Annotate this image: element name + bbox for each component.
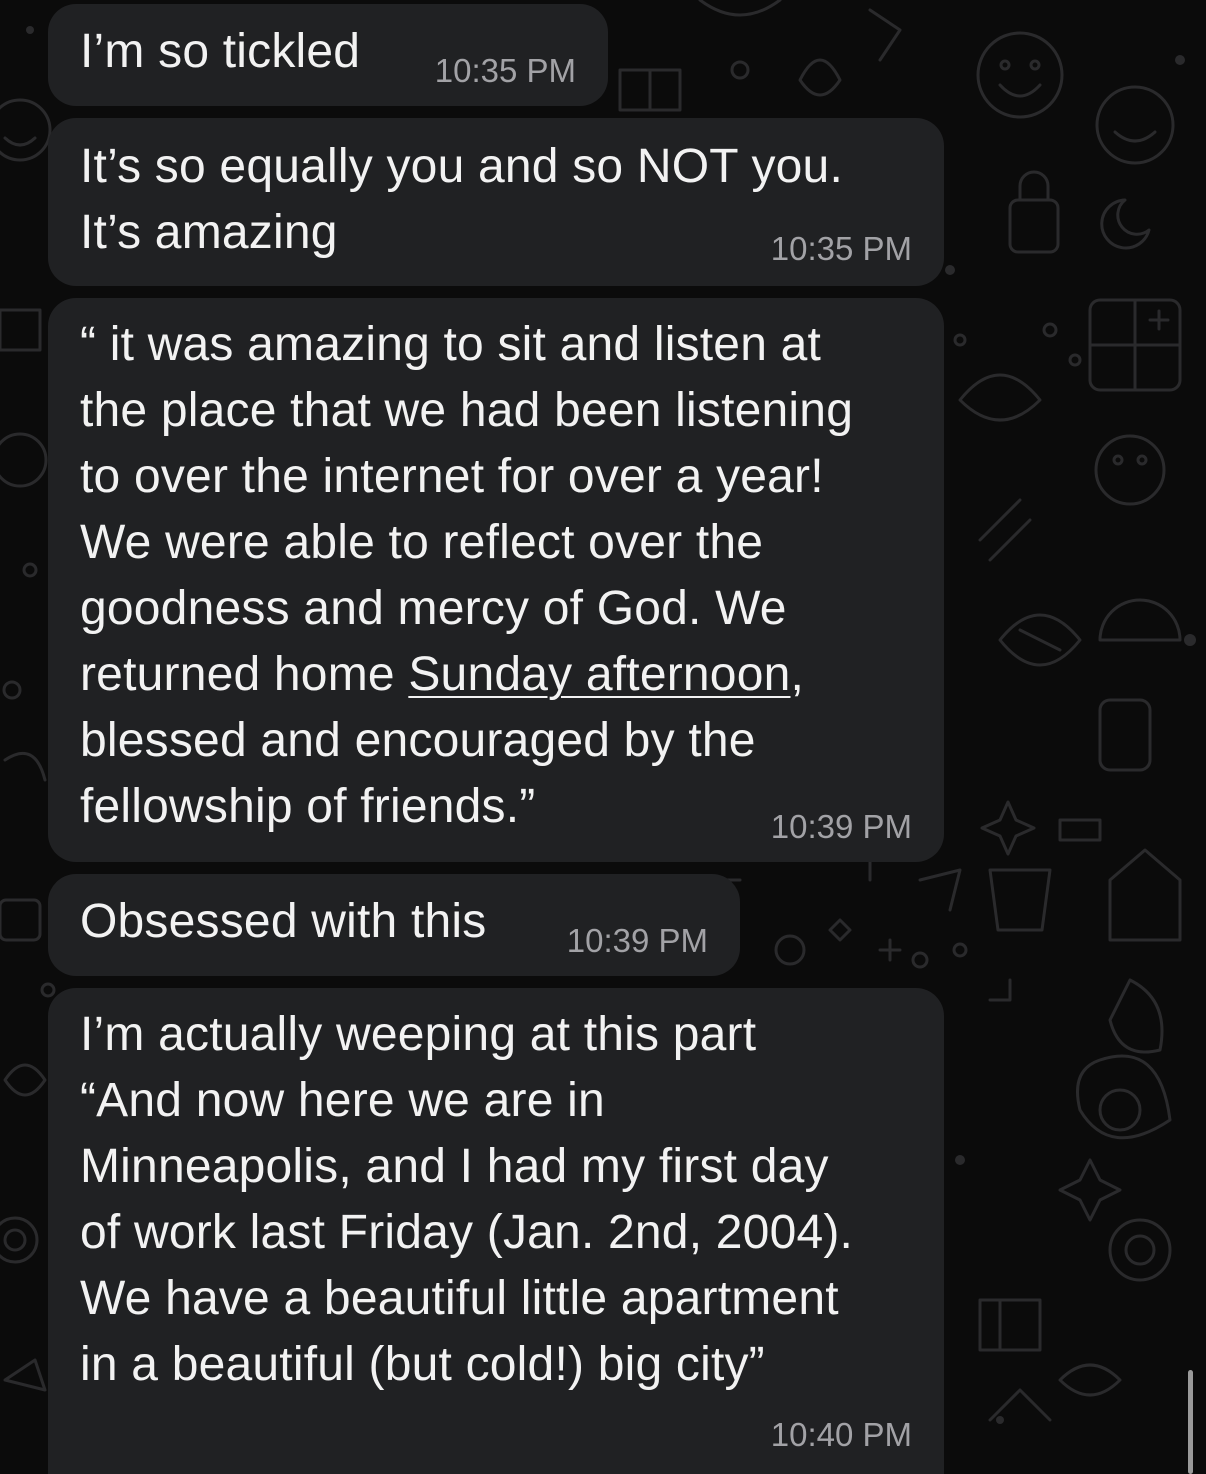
message-timestamp: 10:39 PM [566, 922, 708, 959]
date-link[interactable]: Sunday afternoon [408, 648, 790, 701]
message-bubble-5[interactable]: I’m actually weeping at this part “And n… [48, 988, 944, 1474]
message-text: I’m actually weeping at this part “And n… [80, 1008, 854, 1391]
message-timestamp: 10:40 PM [770, 1416, 912, 1453]
message-text: Obsessed with this [80, 895, 487, 948]
message-text-part: “ it was amazing to sit and listen at th… [80, 318, 854, 701]
message-text: “ it was amazing to sit and listen at th… [80, 312, 853, 840]
message-timestamp: 10:39 PM [770, 808, 912, 845]
scrollbar[interactable] [1188, 1370, 1193, 1474]
message-timestamp: 10:35 PM [434, 52, 576, 89]
message-bubble-4[interactable]: Obsessed with this 10:39 PM [48, 874, 740, 976]
message-bubble-1[interactable]: I’m so tickled 10:35 PM [48, 4, 608, 106]
message-timestamp: 10:35 PM [770, 230, 912, 267]
message-bubble-2[interactable]: It’s so equally you and so NOT you. It’s… [48, 118, 944, 286]
message-bubble-3[interactable]: “ it was amazing to sit and listen at th… [48, 298, 944, 862]
message-text: I’m so tickled [80, 25, 361, 78]
message-text: It’s so equally you and so NOT you. It’s… [80, 140, 843, 259]
